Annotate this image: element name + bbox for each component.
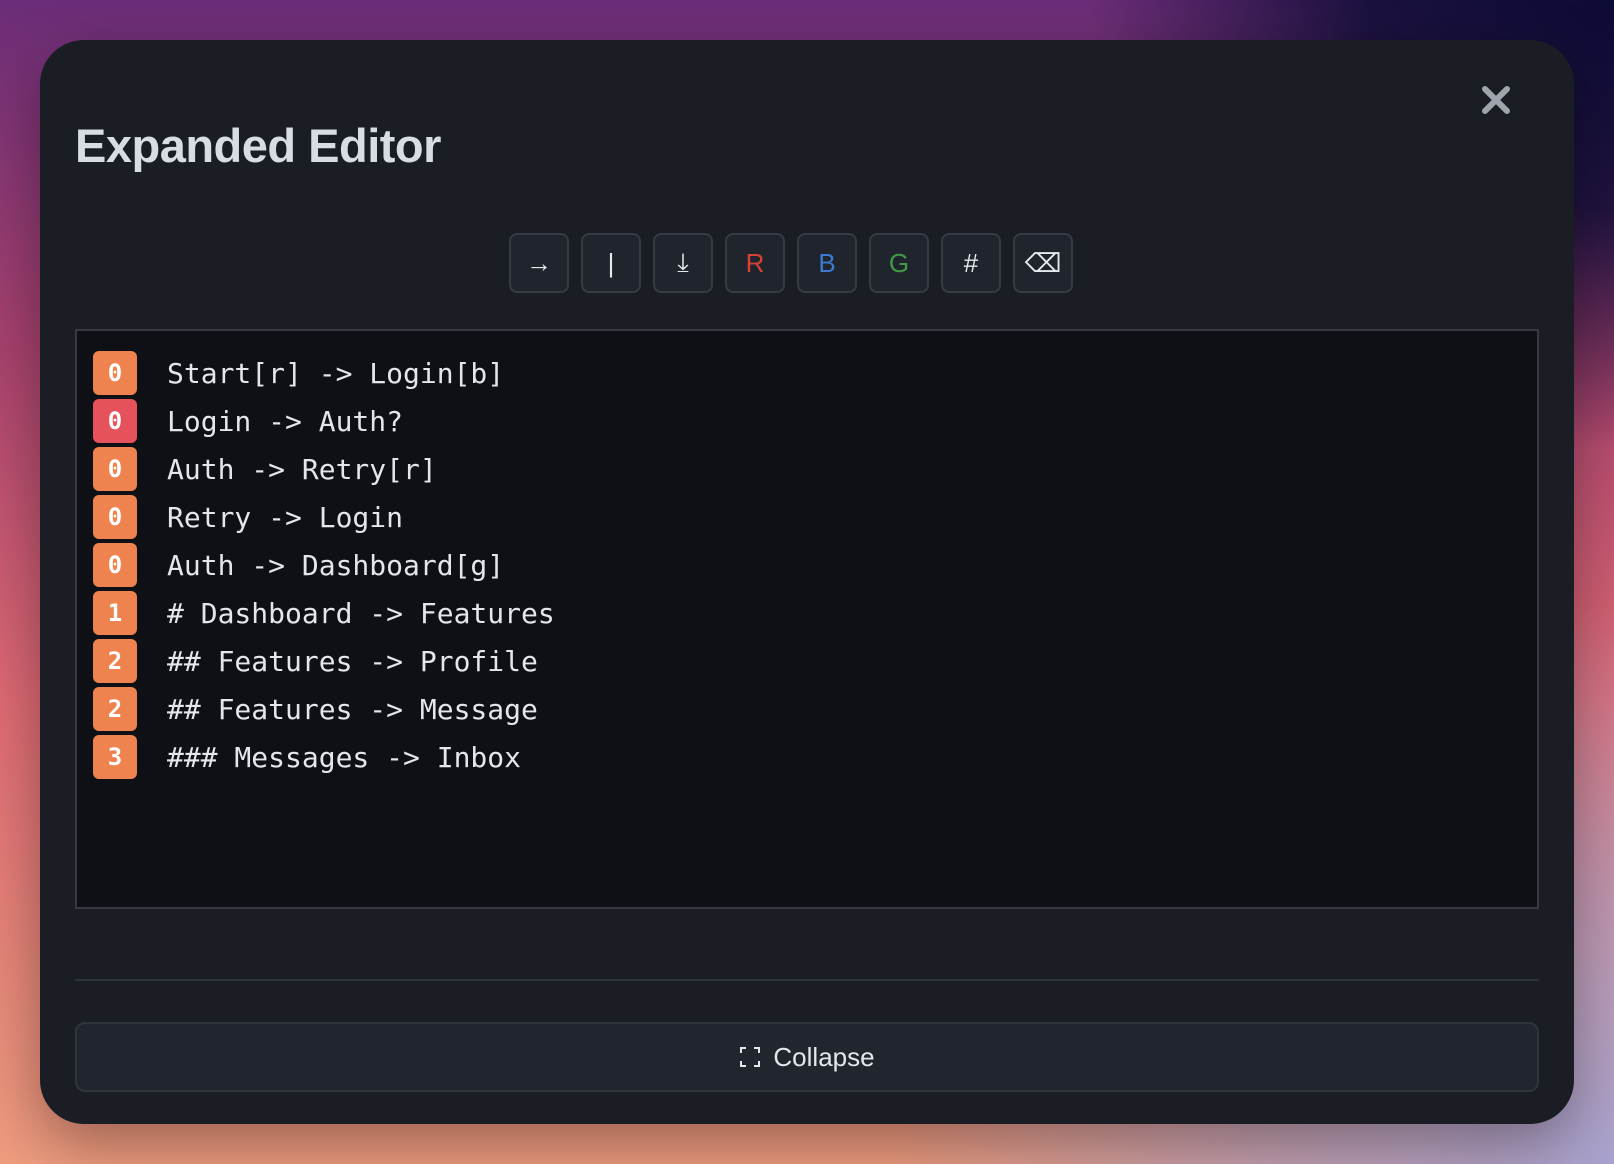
line-text: Start[r] -> Login[b] [167,356,505,390]
editor-line[interactable]: 0 Auth -> Dashboard[g] [93,541,1521,589]
arrow-button[interactable]: → [509,233,569,293]
close-icon [1480,84,1512,121]
line-text: Retry -> Login [167,500,404,534]
pipe-button[interactable]: | [581,233,641,293]
code-editor[interactable]: 0 Start[r] -> Login[b] 0 Login -> Auth? 0 Aut… [75,329,1539,909]
editor-line[interactable]: 0 Start[r] -> Login[b] [93,349,1521,397]
line-text: Auth -> Retry[r] [167,452,437,486]
collapse-icon [739,1046,761,1068]
line-text: Login -> Auth? [167,404,404,438]
heading-button[interactable]: # [941,233,1001,293]
editor-line[interactable]: 0 Retry -> Login [93,493,1521,541]
line-text: ## Features -> Profile [167,644,538,678]
editor-toolbar: → | ⤓ R B G # ⌫ [509,233,1073,293]
divider [75,979,1539,981]
level-badge: 0 [93,447,137,491]
level-badge: 3 [93,735,137,779]
green-tag-button[interactable]: G [869,233,929,293]
line-text: Auth -> Dashboard[g] [167,548,505,582]
editor-line[interactable]: 0 Login -> Auth? [93,397,1521,445]
expanded-editor-modal: Expanded Editor → | ⤓ R B G # ⌫ 0 Start[r] -> Lo… [40,40,1574,1124]
level-badge: 2 [93,687,137,731]
blue-tag-button[interactable]: B [797,233,857,293]
line-text: # Dashboard -> Features [167,596,555,630]
collapse-button[interactable]: Collapse [75,1022,1539,1092]
modal-title: Expanded Editor [75,119,441,172]
level-badge: 0 [93,495,137,539]
collapse-label: Collapse [773,1041,875,1072]
editor-line[interactable]: 1 # Dashboard -> Features [93,589,1521,637]
backspace-button[interactable]: ⌫ [1013,233,1073,293]
level-badge: 1 [93,591,137,635]
line-text: ### Messages -> Inbox [167,740,522,774]
editor-line[interactable]: 3 ### Messages -> Inbox [93,733,1521,781]
editor-line[interactable]: 2 ## Features -> Message [93,685,1521,733]
editor-line[interactable]: 0 Auth -> Retry[r] [93,445,1521,493]
level-badge-error: 0 [93,399,137,443]
level-badge: 0 [93,543,137,587]
level-badge: 0 [93,351,137,395]
editor-line[interactable]: 2 ## Features -> Profile [93,637,1521,685]
insert-down-button[interactable]: ⤓ [653,233,713,293]
red-tag-button[interactable]: R [725,233,785,293]
line-text: ## Features -> Message [167,692,538,726]
close-button[interactable] [1476,82,1516,122]
level-badge: 2 [93,639,137,683]
